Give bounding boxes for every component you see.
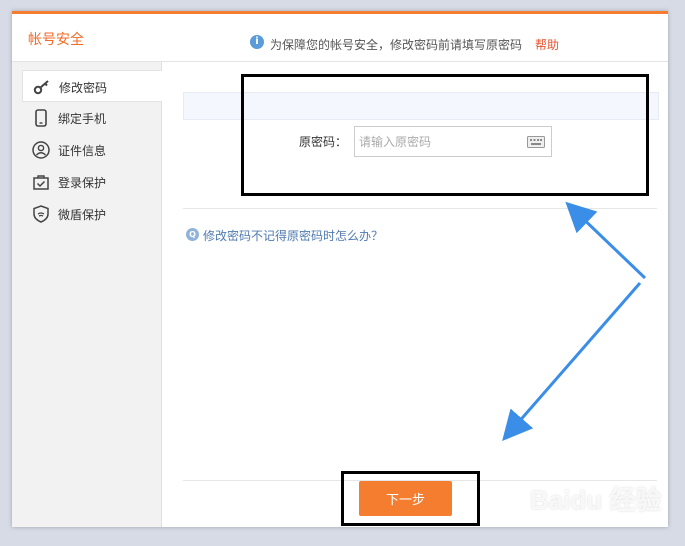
arrow-to-form <box>565 201 647 280</box>
baidu-watermark: Baidu 经验 <box>530 485 662 515</box>
arrow-to-next-button <box>502 282 642 442</box>
baidu-watermark-url: jingyan.baidu.com <box>540 515 629 527</box>
annotation-arrows <box>502 201 647 442</box>
